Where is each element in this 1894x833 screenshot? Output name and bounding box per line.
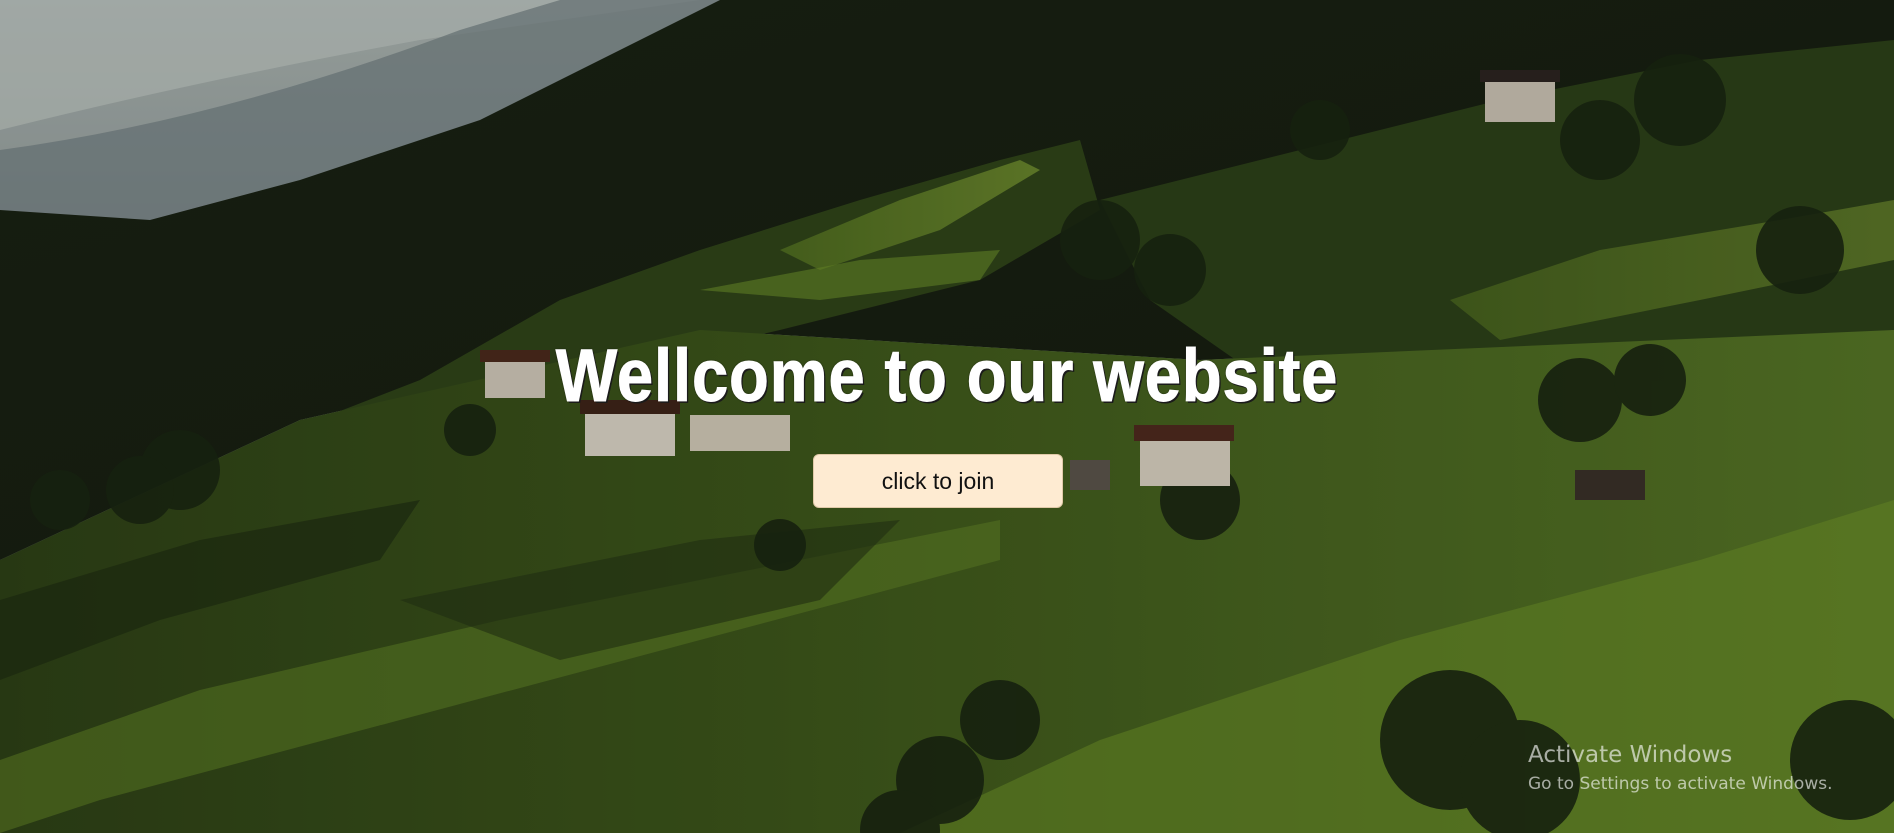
windows-activation-watermark: Activate Windows Go to Settings to activ… — [1528, 738, 1833, 796]
watermark-title: Activate Windows — [1528, 742, 1733, 768]
watermark-subtitle: Go to Settings to activate Windows. — [1528, 774, 1833, 794]
welcome-headline: Wellcome to our website — [555, 334, 1339, 417]
hero-section: Wellcome to our website click to join Ac… — [0, 0, 1894, 833]
join-button[interactable]: click to join — [813, 454, 1063, 508]
